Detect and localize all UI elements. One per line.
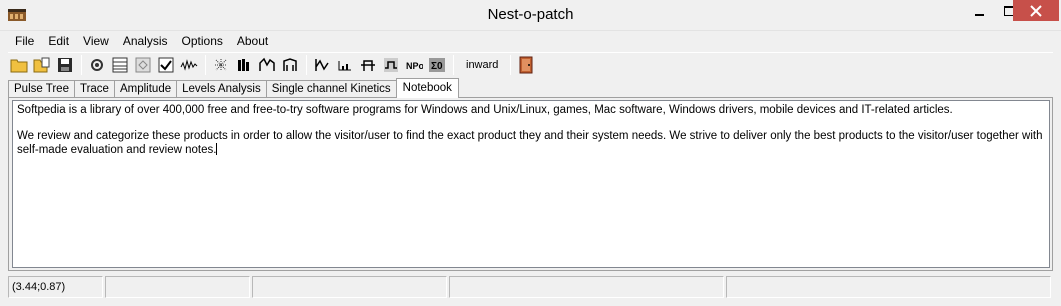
histogram-icon (238, 58, 249, 71)
exit-button[interactable] (515, 54, 537, 76)
nps-button[interactable]: NPo (403, 54, 425, 76)
minimize-icon (975, 13, 984, 16)
table-icon (112, 57, 128, 72)
tab-single-channel-kinetics[interactable]: Single channel Kinetics (265, 80, 397, 98)
direction-button[interactable]: inward (458, 59, 506, 71)
tab-levels-analysis[interactable]: Levels Analysis (176, 80, 267, 98)
save-button[interactable] (54, 54, 76, 76)
notebook-text: Softpedia is a library of over 400,000 f… (17, 104, 1043, 156)
bridge-button[interactable] (279, 54, 301, 76)
zero-icon: Σ0 (429, 57, 445, 72)
status-cell (449, 276, 724, 298)
open-folder-button[interactable] (8, 54, 30, 76)
notebook-textarea[interactable]: Softpedia is a library of over 400,000 f… (12, 100, 1050, 268)
toolbar-separator (306, 54, 307, 75)
check-icon (158, 57, 174, 72)
toolbar-separator (453, 54, 454, 75)
open-file-button[interactable] (31, 54, 53, 76)
text-caret (216, 143, 218, 155)
menu-file[interactable]: File (8, 31, 41, 51)
status-cell (252, 276, 447, 298)
status-cell (105, 276, 250, 298)
grid-icon (135, 57, 151, 72)
bridge2-button[interactable] (357, 54, 379, 76)
grid-button[interactable] (132, 54, 154, 76)
line-button[interactable] (311, 54, 333, 76)
nps-icon: NPo (406, 61, 423, 71)
tab-trace[interactable]: Trace (73, 80, 115, 98)
wave-button[interactable] (178, 54, 200, 76)
spike-button[interactable] (210, 54, 232, 76)
tab-amplitude[interactable]: Amplitude (113, 80, 178, 98)
maximize-icon (1003, 5, 1014, 16)
bridge2-icon (361, 59, 375, 71)
toolbar: NPo Σ0 inward (8, 52, 1053, 76)
tab-bar: Pulse Tree Trace Amplitude Levels Analys… (8, 78, 459, 98)
svg-text:NPo: NPo (406, 61, 423, 71)
save-icon (58, 57, 72, 72)
menu-analysis[interactable]: Analysis (116, 31, 175, 51)
menu-bar: File Edit View Analysis Options About (8, 31, 275, 51)
minimize-button[interactable] (965, 0, 995, 21)
bar-icon (338, 60, 351, 70)
status-coords: (3.44;0.87) (8, 276, 103, 298)
spike-icon (215, 58, 227, 71)
status-bar: (3.44;0.87) (8, 276, 1053, 300)
close-button[interactable] (1013, 0, 1059, 21)
wave-icon (180, 58, 198, 71)
tab-pulse-tree[interactable]: Pulse Tree (8, 80, 75, 98)
histogram-button[interactable] (233, 54, 255, 76)
settings-icon (91, 58, 103, 71)
line-icon (315, 58, 329, 71)
toolbar-separator (205, 54, 206, 75)
bridge-icon (283, 57, 297, 71)
peak-button[interactable] (256, 54, 278, 76)
svg-text:Σ0: Σ0 (431, 61, 443, 72)
peak-icon (259, 57, 275, 71)
check-button[interactable] (155, 54, 177, 76)
menu-view[interactable]: View (76, 31, 116, 51)
close-icon (1030, 4, 1042, 17)
table-button[interactable] (109, 54, 131, 76)
status-cell (726, 276, 1051, 298)
title-bar: Nest-o-patch (0, 0, 1061, 31)
menu-about[interactable]: About (230, 31, 275, 51)
notebook-panel: Softpedia is a library of over 400,000 f… (8, 97, 1053, 271)
toolbar-separator (81, 54, 82, 75)
zero-button[interactable]: Σ0 (426, 54, 448, 76)
window-title: Nest-o-patch (487, 6, 574, 23)
toolbar-separator (510, 54, 512, 75)
settings-button[interactable] (86, 54, 108, 76)
open-file-icon (33, 57, 50, 72)
menu-options[interactable]: Options (175, 31, 230, 51)
tab-notebook[interactable]: Notebook (395, 78, 459, 98)
bar-button[interactable] (334, 54, 356, 76)
exit-door-icon (519, 56, 533, 73)
pulse-button[interactable] (380, 54, 402, 76)
menu-edit[interactable]: Edit (41, 31, 76, 51)
open-folder-icon (10, 59, 28, 72)
pulse-icon (384, 57, 398, 72)
